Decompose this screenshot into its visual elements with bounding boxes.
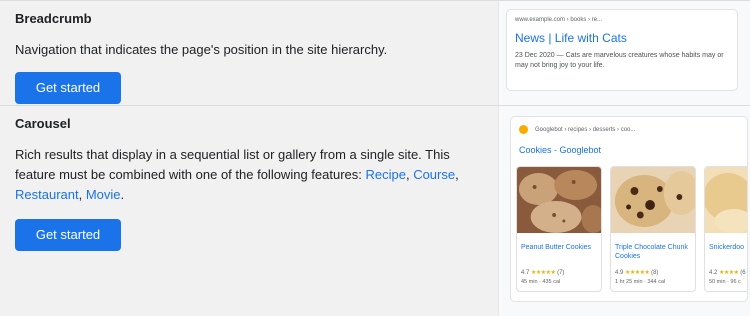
- rating-count: (6: [740, 270, 746, 276]
- carousel-tile[interactable]: Snickerdoo 4.2 ★★★★ (6 50 min · 96 c: [704, 166, 747, 292]
- breadcrumb-title: Breadcrumb: [15, 11, 92, 26]
- course-link[interactable]: Course: [413, 167, 455, 182]
- site-favicon-icon: [519, 125, 528, 134]
- tile-name: Peanut Butter Cookies: [521, 244, 592, 251]
- snickerdoodle-cookies-image: [705, 167, 747, 233]
- triple-chocolate-cookies-image: [611, 167, 695, 233]
- breadcrumb-get-started-button[interactable]: Get started: [15, 72, 121, 104]
- carousel-tile[interactable]: Triple Chocolate Chunk Cookies 4.9 ★★★★★…: [610, 166, 696, 292]
- rating-value: 4.7: [521, 270, 530, 276]
- tile-rating: 4.2 ★★★★ (6: [705, 266, 747, 276]
- carousel-description: Rich results that display in a sequentia…: [15, 145, 484, 205]
- tile-rating: 4.7 ★★★★★ (7): [517, 266, 601, 276]
- breadcrumb-preview-card: www.example.com › books › re... News | L…: [506, 9, 738, 91]
- star-rating-icon: ★★★★★: [625, 270, 650, 276]
- rating-value: 4.2: [709, 270, 718, 276]
- breadcrumb-row: Breadcrumb Navigation that indicates the…: [0, 0, 750, 106]
- carousel-preview-card: Googlebot › recipes › desserts › coo... …: [510, 116, 748, 302]
- breadcrumb-preview-panel: www.example.com › books › re... News | L…: [498, 1, 750, 105]
- peanut-butter-cookies-image: [517, 167, 601, 233]
- restaurant-link[interactable]: Restaurant: [15, 187, 79, 202]
- tile-name: Snickerdoo: [709, 244, 745, 251]
- star-rating-icon: ★★★★★: [531, 270, 556, 276]
- carousel-tile[interactable]: Peanut Butter Cookies 4.7 ★★★★★ (7) 45 m…: [516, 166, 602, 292]
- tile-name: Triple Chocolate Chunk Cookies: [615, 244, 688, 260]
- link-separator: ,: [455, 167, 459, 182]
- carousel-preview-url: Googlebot › recipes › desserts › coo...: [535, 126, 636, 133]
- movie-link[interactable]: Movie: [86, 187, 121, 202]
- link-separator: ,: [78, 187, 86, 202]
- tile-meta: 1 hr 25 min · 344 cal: [615, 279, 666, 285]
- rating-value: 4.9: [615, 270, 624, 276]
- rating-count: (7): [557, 270, 565, 276]
- tile-meta: 45 min · 435 cal: [521, 279, 561, 285]
- carousel-preview-panel: Googlebot › recipes › desserts › coo... …: [498, 106, 750, 316]
- carousel-preview-title[interactable]: Cookies - Googlebot: [519, 145, 747, 155]
- description-terminal: .: [120, 187, 125, 202]
- tile-meta: 50 min · 96 c: [709, 279, 741, 285]
- carousel-preview-header: Googlebot › recipes › desserts › coo...: [511, 117, 747, 134]
- tile-rating: 4.9 ★★★★★ (8): [611, 266, 695, 276]
- star-rating-icon: ★★★★: [719, 270, 739, 276]
- breadcrumb-info: Breadcrumb Navigation that indicates the…: [0, 1, 498, 105]
- carousel-info: Carousel Rich results that display in a …: [0, 106, 498, 316]
- carousel-title: Carousel: [15, 116, 71, 131]
- breadcrumb-preview-title[interactable]: News | Life with Cats: [515, 31, 729, 45]
- carousel-get-started-button[interactable]: Get started: [15, 219, 121, 251]
- snippet-date: 23 Dec 2020: [515, 52, 555, 59]
- carousel-row: Carousel Rich results that display in a …: [0, 106, 750, 316]
- recipe-link[interactable]: Recipe: [365, 167, 405, 182]
- breadcrumb-description: Navigation that indicates the page's pos…: [15, 42, 388, 57]
- rating-count: (8): [651, 270, 659, 276]
- breadcrumb-preview-snippet: 23 Dec 2020 — Cats are marvelous creatur…: [515, 51, 729, 71]
- breadcrumb-preview-url: www.example.com › books › re...: [515, 17, 603, 23]
- carousel-tiles: Peanut Butter Cookies 4.7 ★★★★★ (7) 45 m…: [516, 166, 747, 292]
